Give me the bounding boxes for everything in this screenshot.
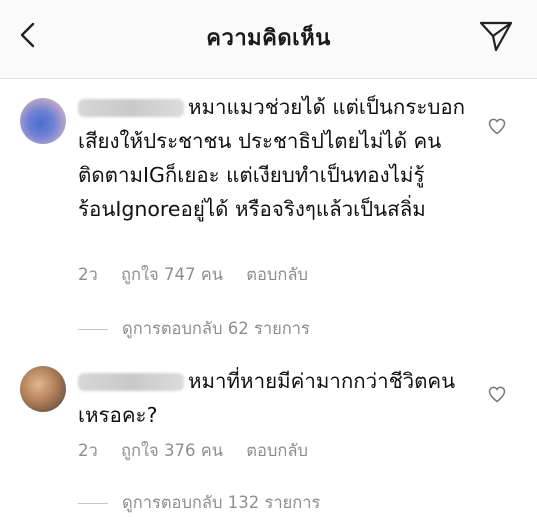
- like-heart-icon[interactable]: [487, 384, 507, 404]
- header-bar: ความคิดเห็น: [0, 0, 537, 79]
- view-replies-label: ดูการตอบกลับ 62 รายการ: [122, 319, 310, 338]
- username-redacted[interactable]: [78, 373, 184, 391]
- page-title: ความคิดเห็น: [206, 26, 331, 51]
- comment-time: 2ว: [78, 265, 98, 284]
- reply-button[interactable]: ตอบกลับ: [246, 441, 308, 460]
- divider-line: [78, 503, 108, 504]
- username-redacted[interactable]: [78, 99, 184, 117]
- view-replies-label: ดูการตอบกลับ 132 รายการ: [122, 493, 321, 512]
- divider-line: [78, 329, 108, 330]
- comment-meta: 2ว ถูกใจ 376 คน ตอบกลับ: [78, 438, 326, 464]
- comment-meta: 2ว ถูกใจ 747 คน ตอบกลับ: [78, 262, 326, 288]
- view-replies-link[interactable]: ดูการตอบกลับ 62 รายการ: [78, 316, 310, 342]
- view-replies-link[interactable]: ดูการตอบกลับ 132 รายการ: [78, 490, 320, 516]
- comment-time: 2ว: [78, 441, 98, 460]
- comment-body: หมาที่หายมีค่ามากกว่าชีวิตคนเหรอคะ?: [78, 364, 468, 432]
- send-direct-icon[interactable]: [478, 18, 514, 54]
- like-heart-icon[interactable]: [487, 116, 507, 136]
- reply-button[interactable]: ตอบกลับ: [246, 265, 308, 284]
- avatar[interactable]: [20, 366, 66, 412]
- like-count[interactable]: ถูกใจ 376 คน: [121, 441, 223, 460]
- like-count[interactable]: ถูกใจ 747 คน: [121, 265, 223, 284]
- avatar[interactable]: [20, 98, 66, 144]
- comment-body: หมาแมวช่วยได้ แต่เป็นกระบอกเสียงให้ประชา…: [78, 90, 468, 226]
